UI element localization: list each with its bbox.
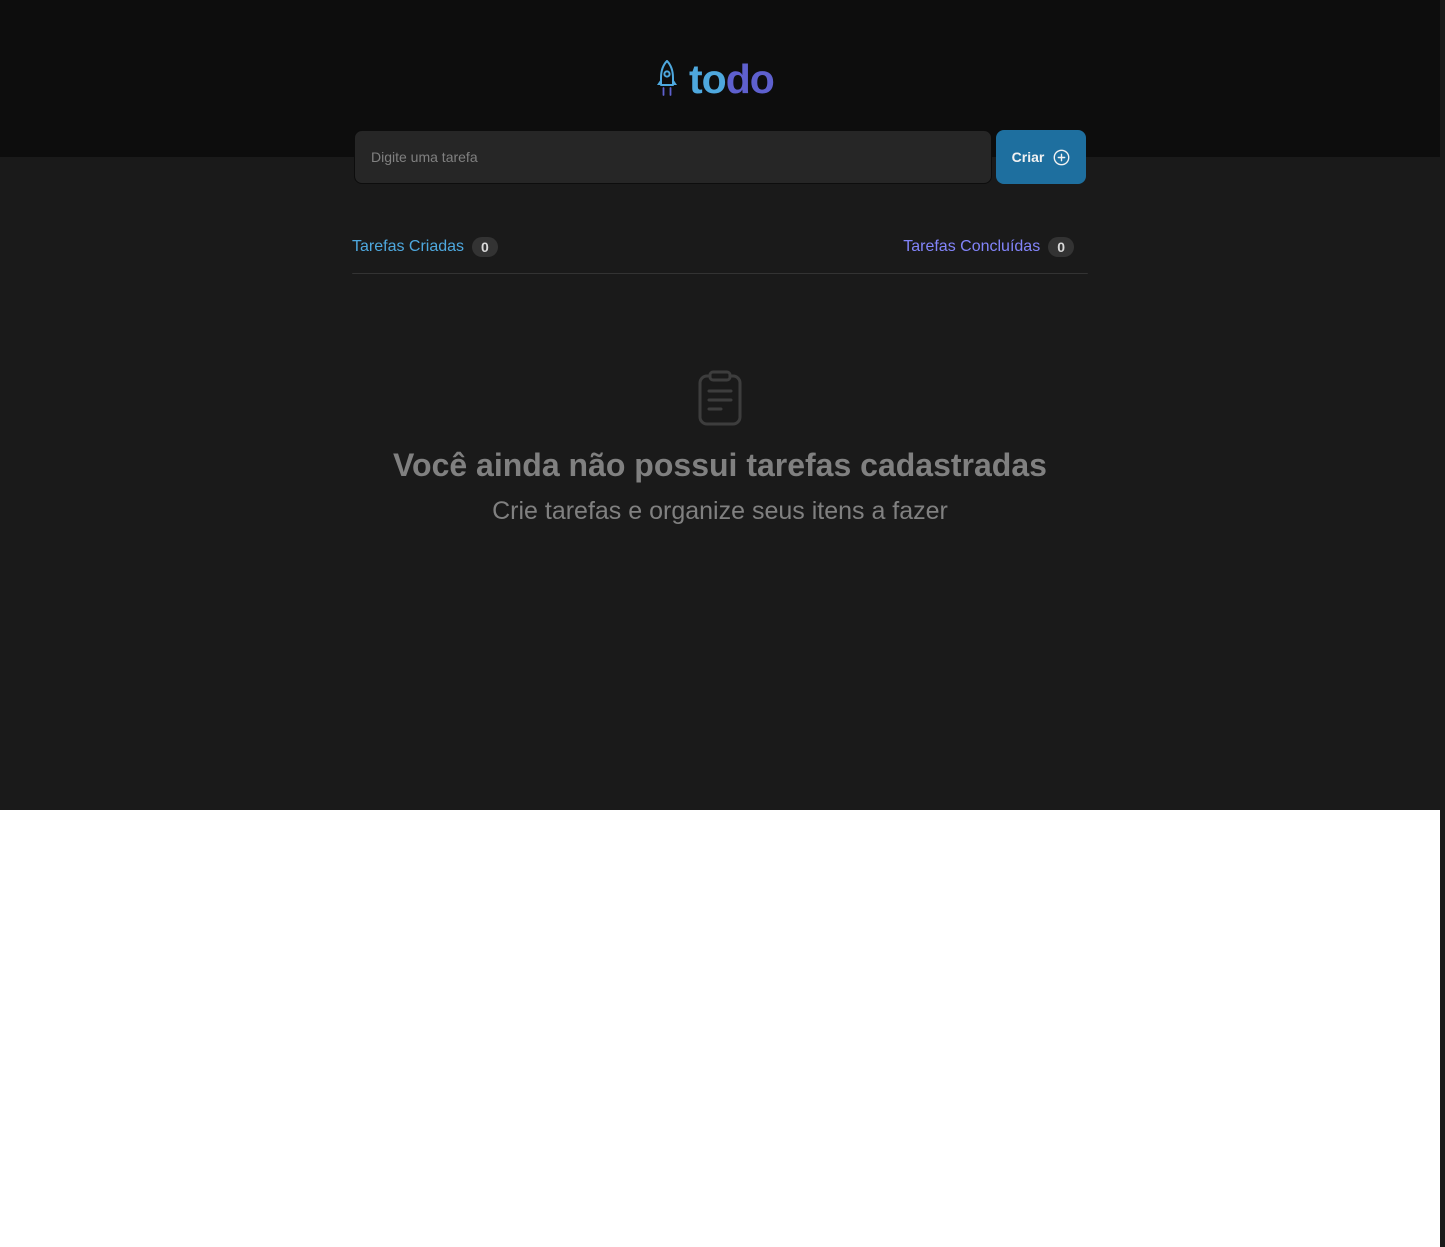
task-counters: Tarefas Criadas 0 Tarefas Concluídas 0 [352,236,1088,258]
done-count-badge: 0 [1048,237,1074,257]
window-edge [1440,0,1445,1247]
logo-text-do: do [725,56,775,102]
list-divider [352,273,1088,274]
logo-text: todo [689,56,775,102]
done-counter: Tarefas Concluídas 0 [903,236,1074,258]
plus-circle-icon [1053,149,1070,165]
empty-state: Você ainda não possui tarefas cadastrada… [352,370,1088,527]
logo-text-to: to [689,56,727,102]
rocket-icon [657,60,677,98]
app-container: todo Criar Tarefas Criadas 0 Tarefas Con… [0,0,1440,810]
create-button-label: Criar [1011,149,1045,165]
create-button[interactable]: Criar [996,130,1086,184]
created-count-badge: 0 [472,237,498,257]
logo: todo [655,56,775,102]
empty-state-subtitle: Crie tarefas e organize seus itens a faz… [492,497,948,525]
empty-state-title: Você ainda não possui tarefas cadastrada… [393,447,1047,483]
done-counter-label: Tarefas Concluídas [903,238,1041,255]
task-input[interactable] [354,130,992,184]
created-counter-label: Tarefas Criadas [352,238,465,255]
clipboard-icon [698,370,742,426]
created-counter: Tarefas Criadas 0 [352,236,498,258]
